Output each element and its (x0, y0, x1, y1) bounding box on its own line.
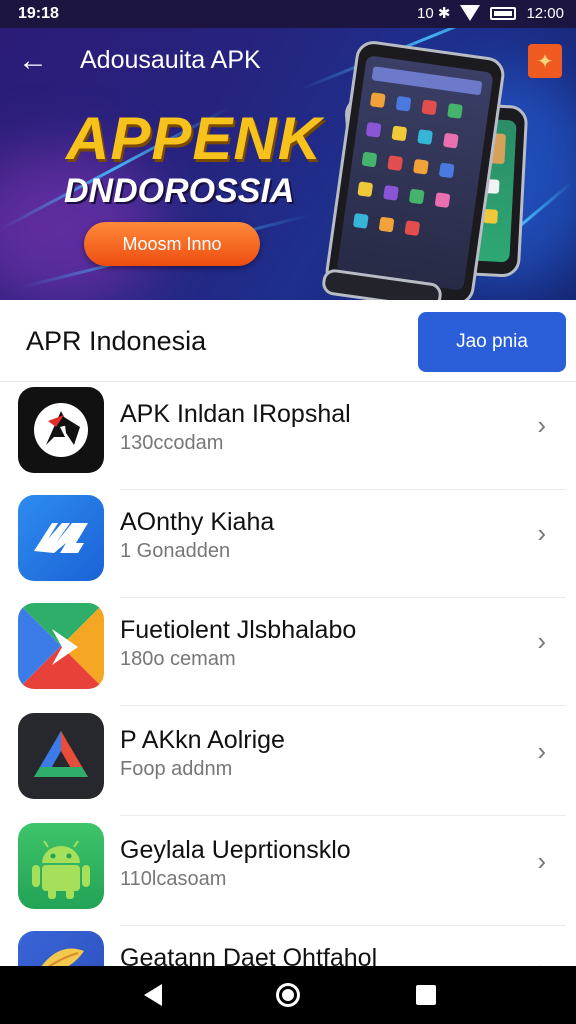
ax-logo-icon (18, 387, 104, 473)
app-meta: 130ccodam (120, 432, 224, 454)
status-time: 19:18 (18, 5, 59, 22)
app-name: P AKkn Aolrige (120, 726, 285, 754)
app-name: AOnthy Kiaha (120, 508, 275, 536)
app-meta: Foop addnm (120, 758, 233, 780)
notification-icons: 10 ✱ (417, 5, 451, 22)
app-meta: 180o cemam (120, 648, 236, 670)
play-arrow-icon (18, 603, 104, 689)
chevron-right-icon: › (537, 410, 546, 440)
android-icon (18, 823, 104, 909)
divider (120, 815, 566, 816)
list-item[interactable]: Geylala Ueprtionsklo 110lcasoam › (0, 818, 576, 926)
n-logo-icon (18, 495, 104, 581)
leaf-icon (18, 931, 104, 966)
list-item[interactable]: P AKkn Aolrige Foop addnm › (0, 708, 576, 816)
chevron-right-icon: › (537, 626, 546, 656)
divider (120, 705, 566, 706)
battery-icon (490, 6, 517, 20)
chevron-right-icon: › (537, 518, 546, 548)
section-title: APR Indonesia (26, 326, 207, 356)
section-action-button[interactable]: Jao pnia (418, 312, 566, 372)
wifi-icon (460, 5, 481, 21)
app-list: APK Inldan IRopshal 130ccodam › AOnthy K… (0, 382, 576, 966)
system-nav-bar (0, 966, 576, 1024)
triangle-logo-icon (18, 713, 104, 799)
banner-title: APPENK (66, 105, 323, 172)
app-name: Geylala Ueprtionsklo (120, 836, 351, 864)
back-arrow-icon[interactable]: ← (18, 44, 58, 80)
status-icons: 10 ✱ 12:00 (417, 4, 564, 23)
app-name: Fuetiolent Jlsbhalabo (120, 616, 357, 644)
list-item[interactable]: APK Inldan IRopshal 130ccodam › (0, 382, 576, 490)
app-name: Geatann Daet Ohtfahol (120, 944, 378, 966)
nav-home-icon[interactable] (276, 983, 300, 1007)
page-title: Adousauita APK (80, 46, 261, 74)
share-icon[interactable]: ✦ (528, 44, 562, 78)
app-name: APK Inldan IRopshal (120, 400, 351, 428)
chevron-right-icon: › (537, 846, 546, 876)
status-bar: 19:18 10 ✱ 12:00 (0, 0, 576, 28)
promo-banner[interactable]: ← Adousauita APK ✦ APPENK DNDOROSSIA Moo… (0, 28, 576, 300)
nav-recents-icon[interactable] (416, 985, 436, 1005)
section-header: APR Indonesia Jao pnia (0, 300, 576, 382)
banner-cta-button[interactable]: Moosm Inno (84, 222, 260, 266)
chevron-right-icon: › (537, 954, 546, 966)
nav-back-icon[interactable] (144, 984, 162, 1006)
app-meta: 1 Gonadden (120, 540, 231, 562)
list-item[interactable]: Fuetiolent Jlsbhalabo 180o cemam › (0, 598, 576, 706)
banner-subtitle: DNDOROSSIA (64, 172, 295, 210)
status-clock: 12:00 (526, 4, 564, 22)
list-item[interactable]: Geatann Daet Ohtfahol › (0, 926, 576, 966)
app-meta: 110lcasoam (120, 868, 227, 890)
chevron-right-icon: › (537, 736, 546, 766)
list-item[interactable]: AOnthy Kiaha 1 Gonadden › (0, 490, 576, 598)
